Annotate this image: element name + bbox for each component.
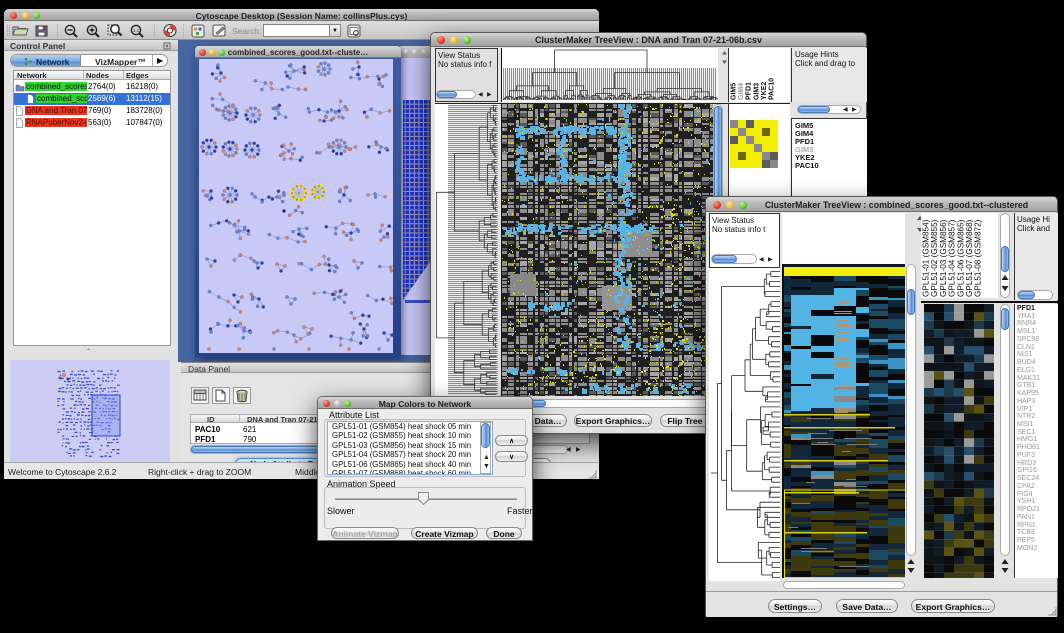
svg-text:GPL51-03 (GSM856): GPL51-03 (GSM856)	[939, 219, 948, 297]
svg-text:GIM3: GIM3	[753, 83, 760, 100]
svg-text:GPL51-07 (GSM868): GPL51-07 (GSM868)	[965, 219, 974, 297]
svg-text:GIM4: GIM4	[738, 83, 745, 100]
svg-text:PFD1: PFD1	[746, 82, 753, 100]
svg-text:YKE2: YKE2	[761, 82, 768, 100]
svg-text:GPL51-08 (GSM872): GPL51-08 (GSM872)	[974, 219, 983, 297]
svg-text:GPL51-06 (GSM865): GPL51-06 (GSM865)	[956, 219, 965, 297]
svg-text:GPL51-02 (GSM855): GPL51-02 (GSM855)	[930, 219, 939, 297]
svg-text:1:1: 1:1	[133, 28, 140, 33]
svg-text:PAC10: PAC10	[769, 78, 776, 100]
svg-text:GPL51-01 (GSM854): GPL51-01 (GSM854)	[922, 219, 931, 297]
svg-text:GPL51-04 (GSM857): GPL51-04 (GSM857)	[948, 219, 957, 297]
svg-text:GIM5: GIM5	[731, 83, 738, 100]
